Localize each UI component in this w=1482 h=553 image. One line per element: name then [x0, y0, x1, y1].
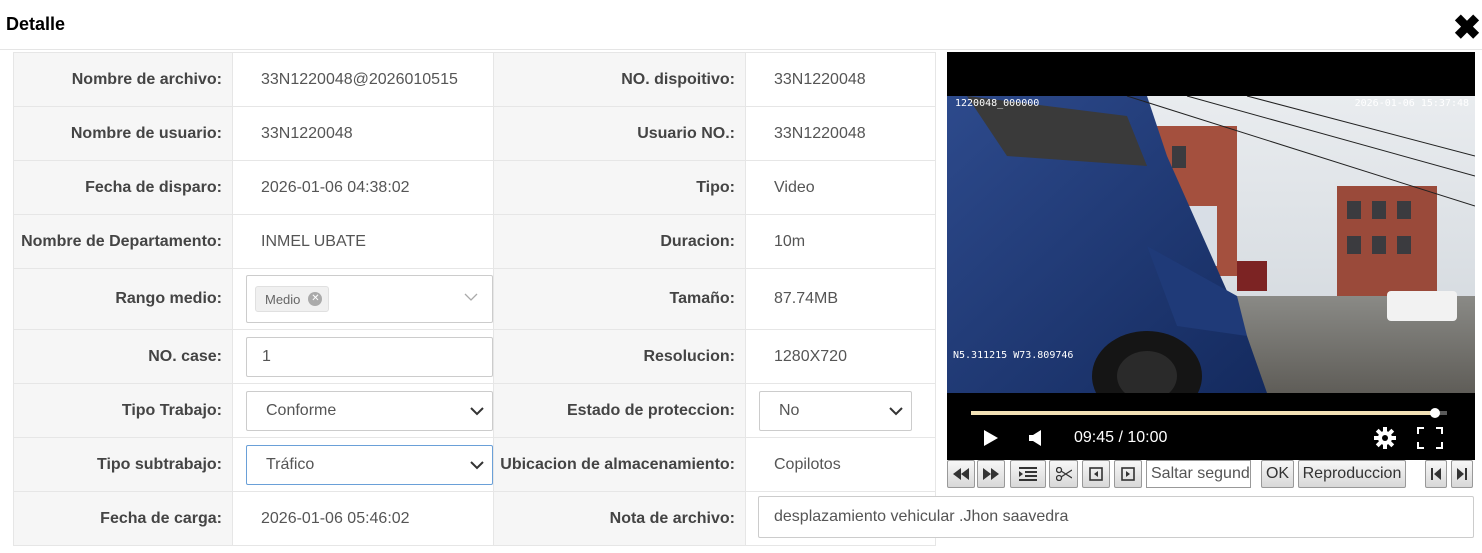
skip-start-icon[interactable]: [1425, 460, 1447, 488]
volume-icon[interactable]: [1028, 429, 1044, 447]
rewind-icon[interactable]: [947, 460, 975, 488]
user-name-label: Nombre de usuario:: [13, 106, 233, 161]
protection-select[interactable]: No: [759, 390, 912, 431]
media-range-multiselect[interactable]: Medio ✕: [246, 275, 493, 323]
chevron-down-icon: [470, 460, 484, 469]
table-row: Tipo subtrabajo: Tráfico Ubicacion de al…: [13, 437, 936, 492]
protection-value: No: [779, 401, 800, 419]
video-time: 09:45 / 10:00: [1074, 429, 1168, 446]
video-player[interactable]: 1220048_000000 2026-01-06 15:37:48 N5.31…: [947, 52, 1475, 460]
size-value: 87.74MB: [745, 268, 936, 330]
prev-frame-icon[interactable]: [1082, 460, 1110, 488]
user-no-value: 33N1220048: [745, 106, 936, 161]
storage-label: Ubicacion de almacenamiento:: [493, 437, 746, 492]
video-toolbar: Saltar segundo OK Reproduccion: [947, 460, 1475, 488]
table-row: Nombre de usuario: 33N1220048 Usuario NO…: [13, 106, 936, 161]
next-frame-icon[interactable]: [1114, 460, 1142, 488]
work-subtype-value: Tráfico: [266, 455, 315, 473]
table-row: Nombre de archivo: 33N1220048@2026010515…: [13, 52, 936, 107]
shot-date-label: Fecha de disparo:: [13, 160, 233, 215]
media-range-tag-label: Medio: [265, 291, 301, 307]
chevron-down-icon: [889, 406, 903, 415]
dialog-header: Detalle ✖: [0, 0, 1482, 50]
seek-seconds-placeholder: Saltar segundo: [1151, 465, 1251, 482]
table-row: Rango medio: Medio ✕ Tamaño: 87.74MB: [13, 268, 936, 330]
department-value: INMEL UBATE: [232, 214, 494, 269]
playback-button[interactable]: Reproduccion: [1298, 460, 1406, 488]
shot-date-value: 2026-01-06 04:38:02: [232, 160, 494, 215]
video-progress-fill: [971, 411, 1436, 415]
user-name-value: 33N1220048: [232, 106, 494, 161]
skip-end-icon[interactable]: [1451, 460, 1473, 488]
type-value: Video: [745, 160, 936, 215]
resolution-value: 1280X720: [745, 329, 936, 384]
work-subtype-select[interactable]: Tráfico: [246, 444, 493, 485]
media-range-label: Rango medio:: [13, 268, 233, 330]
chevron-down-icon: [464, 293, 478, 301]
video-progress-bar[interactable]: [971, 408, 1447, 418]
device-no-value: 33N1220048: [745, 52, 936, 107]
table-row: Nombre de Departamento: INMEL UBATE Dura…: [13, 214, 936, 269]
video-frame[interactable]: 1220048_000000 2026-01-06 15:37:48 N5.31…: [947, 96, 1475, 393]
video-frame-image: [947, 96, 1475, 393]
fullscreen-icon[interactable]: [1417, 427, 1443, 449]
work-subtype-label: Tipo subtrabajo:: [13, 437, 233, 492]
type-label: Tipo:: [493, 160, 746, 215]
size-label: Tamaño:: [493, 268, 746, 330]
user-no-label: Usuario NO.:: [493, 106, 746, 161]
scissors-icon[interactable]: [1049, 460, 1078, 488]
close-icon[interactable]: ✖: [1452, 11, 1482, 45]
table-row: Fecha de disparo: 2026-01-06 04:38:02 Ti…: [13, 160, 936, 215]
case-no-value: 1: [262, 347, 271, 365]
file-note-label: Nota de archivo:: [493, 491, 746, 546]
dialog-title: Detalle: [6, 14, 66, 34]
duration-label: Duracion:: [493, 214, 746, 269]
work-type-value: Conforme: [266, 401, 337, 419]
osd-gps: N5.311215 W73.809746: [953, 350, 1074, 361]
storage-value: Copilotos: [745, 437, 936, 492]
resolution-label: Resolucion:: [493, 329, 746, 384]
table-row: NO. case: 1 Resolucion: 1280X720: [13, 329, 936, 384]
protection-label: Estado de proteccion:: [493, 383, 746, 438]
video-progress-knob[interactable]: [1430, 408, 1441, 418]
fast-forward-icon[interactable]: [977, 460, 1005, 488]
upload-date-label: Fecha de carga:: [13, 491, 233, 546]
osd-timestamp: 2026-01-06 15:37:48: [1354, 98, 1469, 109]
work-type-label: Tipo Trabajo:: [13, 383, 233, 438]
play-icon[interactable]: [983, 429, 999, 447]
file-name-label: Nombre de archivo:: [13, 52, 233, 107]
case-no-label: NO. case:: [13, 329, 233, 384]
department-label: Nombre de Departamento:: [13, 214, 233, 269]
osd-camera-id: 1220048_000000: [955, 98, 1040, 109]
tag-remove-icon[interactable]: ✕: [308, 292, 323, 306]
file-note-value: desplazamiento vehicular .Jhon saavedra: [774, 508, 1069, 525]
file-note-input[interactable]: desplazamiento vehicular .Jhon saavedra: [758, 496, 1474, 538]
media-range-tag: Medio ✕: [255, 286, 330, 312]
device-no-label: NO. dispoitivo:: [493, 52, 746, 107]
settings-gear-icon[interactable]: [1374, 427, 1396, 449]
chevron-down-icon: [470, 406, 484, 415]
table-row: Tipo Trabajo: Conforme Estado de protecc…: [13, 383, 936, 438]
upload-date-value: 2026-01-06 05:46:02: [232, 491, 494, 546]
seek-seconds-input[interactable]: Saltar segundo: [1146, 460, 1251, 488]
ok-button[interactable]: OK: [1261, 460, 1294, 488]
list-indent-icon[interactable]: [1010, 460, 1046, 488]
work-type-select[interactable]: Conforme: [246, 390, 493, 431]
duration-value: 10m: [745, 214, 936, 269]
file-name-value: 33N1220048@2026010515: [232, 52, 494, 107]
case-no-input[interactable]: 1: [246, 336, 493, 377]
detail-table: Nombre de archivo: 33N1220048@2026010515…: [13, 52, 936, 546]
video-controls: 09:45 / 10:00: [947, 422, 1475, 452]
